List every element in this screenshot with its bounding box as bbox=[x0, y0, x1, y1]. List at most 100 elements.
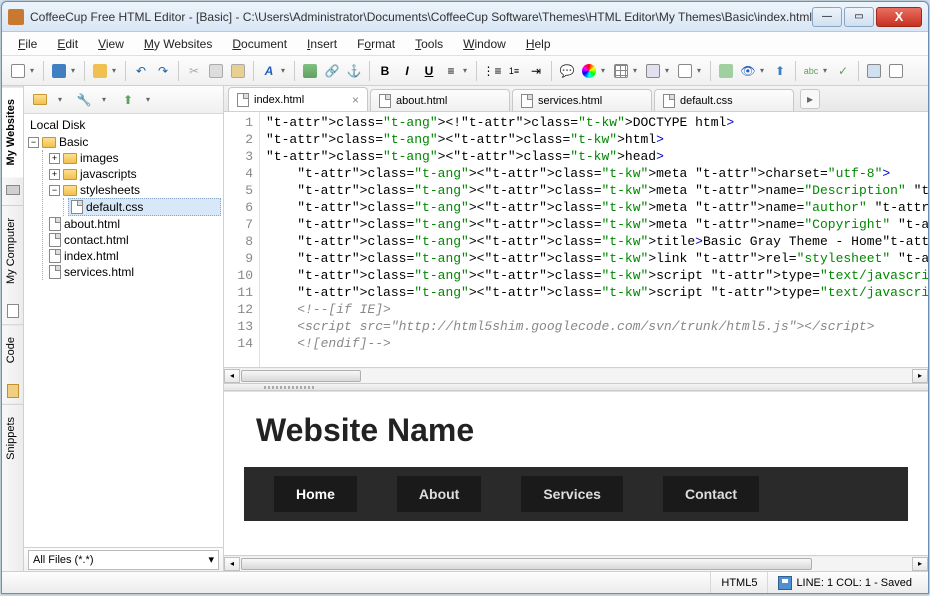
preview-nav-home[interactable]: Home bbox=[274, 476, 357, 512]
side-tab-mycomputer[interactable]: My Computer bbox=[2, 205, 23, 296]
sidebar: ▾ 🔧▾ ⬆▾ Local Disk − Basic +images +java… bbox=[24, 86, 224, 571]
tree-folder-basic[interactable]: − Basic bbox=[26, 134, 221, 150]
toolbar: ▾ ▾ ▾ ↶ ↷ ✂ A▾ 🔗 ⚓ B I U ≡▾ ⋮≡ 1≡ ⇥ 💬 ▾ … bbox=[2, 56, 928, 86]
css-button[interactable] bbox=[716, 61, 736, 81]
tree-file-contact[interactable]: contact.html bbox=[47, 232, 221, 248]
link-button[interactable]: 🔗 bbox=[322, 61, 342, 81]
menu-file[interactable]: File bbox=[10, 34, 45, 54]
list-ul-button[interactable]: ⋮≡ bbox=[482, 61, 502, 81]
font-button[interactable]: A bbox=[259, 61, 279, 81]
side-tab-code[interactable]: Code bbox=[2, 324, 23, 375]
menu-format[interactable]: Format bbox=[349, 34, 403, 54]
tab-default-css[interactable]: default.css bbox=[654, 89, 794, 111]
preview-nav: Home About Services Contact bbox=[244, 467, 908, 521]
new-button[interactable] bbox=[8, 61, 28, 81]
sidebar-upload-button[interactable]: ⬆ bbox=[118, 90, 138, 110]
align-button[interactable]: ≡ bbox=[441, 61, 461, 81]
code-content[interactable]: "t-attr">class="t-ang"><!"t-attr">class=… bbox=[260, 112, 928, 367]
cut-button[interactable]: ✂ bbox=[184, 61, 204, 81]
preview-hscroll[interactable]: ◂ ▸ bbox=[224, 555, 928, 571]
redo-button[interactable]: ↷ bbox=[153, 61, 173, 81]
preview-nav-services[interactable]: Services bbox=[521, 476, 623, 512]
bold-button[interactable]: B bbox=[375, 61, 395, 81]
menu-document[interactable]: Document bbox=[224, 34, 295, 54]
tree-file-default-css[interactable]: default.css bbox=[68, 198, 221, 216]
image-button[interactable] bbox=[300, 61, 320, 81]
tab-close-button[interactable]: × bbox=[352, 93, 359, 107]
status-position: LINE: 1 COL: 1 - Saved bbox=[767, 572, 922, 593]
file-filter-select[interactable]: All Files (*.*) ▾ bbox=[28, 550, 219, 570]
tree-folder-stylesheets[interactable]: −stylesheets bbox=[47, 182, 221, 198]
menu-tools[interactable]: Tools bbox=[407, 34, 451, 54]
side-tab-snippets[interactable]: Snippets bbox=[2, 404, 23, 472]
minimize-button[interactable]: — bbox=[812, 7, 842, 27]
underline-button[interactable]: U bbox=[419, 61, 439, 81]
paste-button[interactable] bbox=[228, 61, 248, 81]
validate-button[interactable]: ✓ bbox=[833, 61, 853, 81]
sidebar-folder-button[interactable] bbox=[30, 90, 50, 110]
side-tab-mywebsites[interactable]: My Websites bbox=[2, 86, 23, 177]
close-button[interactable]: X bbox=[876, 7, 922, 27]
sidebar-tools-button[interactable]: 🔧 bbox=[74, 90, 94, 110]
preview-nav-about[interactable]: About bbox=[397, 476, 481, 512]
anchor-button[interactable]: ⚓ bbox=[344, 61, 364, 81]
tab-add-button[interactable]: ▸ bbox=[800, 89, 820, 109]
preview-pane: Website Name Home About Services Contact bbox=[224, 391, 928, 555]
spell-button[interactable]: abc bbox=[801, 61, 821, 81]
horizontal-splitter[interactable] bbox=[224, 383, 928, 391]
menu-insert[interactable]: Insert bbox=[299, 34, 345, 54]
tree-folder-images[interactable]: +images bbox=[47, 150, 221, 166]
chevron-down-icon: ▾ bbox=[208, 553, 214, 566]
tree-file-about[interactable]: about.html bbox=[47, 216, 221, 232]
save-button[interactable] bbox=[49, 61, 69, 81]
grid-button[interactable] bbox=[864, 61, 884, 81]
form-button[interactable] bbox=[643, 61, 663, 81]
code-editor[interactable]: 1234567891011121314 "t-attr">class="t-an… bbox=[224, 112, 928, 367]
computer-icon bbox=[5, 185, 21, 201]
status-doctype: HTML5 bbox=[710, 572, 767, 593]
preview-button[interactable]: 👁 bbox=[738, 61, 758, 81]
table-button[interactable] bbox=[611, 61, 631, 81]
scroll-thumb[interactable] bbox=[241, 370, 361, 382]
side-tabs: My Websites My Computer Code Snippets bbox=[2, 86, 24, 571]
titlebar[interactable]: CoffeeCup Free HTML Editor - [Basic] - C… bbox=[2, 2, 928, 32]
undo-button[interactable]: ↶ bbox=[131, 61, 151, 81]
code-hscroll[interactable]: ◂ ▸ bbox=[224, 367, 928, 383]
menubar: File Edit View My Websites Document Inse… bbox=[2, 32, 928, 56]
tab-services[interactable]: services.html bbox=[512, 89, 652, 111]
app-icon bbox=[8, 9, 24, 25]
color-button[interactable] bbox=[579, 61, 599, 81]
expander-icon[interactable]: − bbox=[28, 137, 39, 148]
maximize-button[interactable]: ▭ bbox=[844, 7, 874, 27]
frame-button[interactable] bbox=[675, 61, 695, 81]
scroll-right-button[interactable]: ▸ bbox=[912, 369, 928, 383]
menu-view[interactable]: View bbox=[90, 34, 132, 54]
menu-window[interactable]: Window bbox=[455, 34, 514, 54]
editor-tabstrip: index.html× about.html services.html def… bbox=[224, 86, 928, 112]
tree-folder-javascripts[interactable]: +javascripts bbox=[47, 166, 221, 182]
statusbar: HTML5 LINE: 1 COL: 1 - Saved bbox=[2, 571, 928, 593]
menu-edit[interactable]: Edit bbox=[49, 34, 86, 54]
indent-button[interactable]: ⇥ bbox=[526, 61, 546, 81]
tab-index[interactable]: index.html× bbox=[228, 87, 368, 111]
layout-button[interactable] bbox=[886, 61, 906, 81]
file-tree[interactable]: Local Disk − Basic +images +javascripts … bbox=[24, 114, 223, 547]
italic-button[interactable]: I bbox=[397, 61, 417, 81]
file-icon bbox=[71, 200, 83, 214]
save-status-icon bbox=[778, 576, 792, 590]
upload-button[interactable]: ⬆ bbox=[770, 61, 790, 81]
comment-button[interactable]: 💬 bbox=[557, 61, 577, 81]
folder-icon bbox=[42, 137, 56, 148]
copy-button[interactable] bbox=[206, 61, 226, 81]
list-ol-button[interactable]: 1≡ bbox=[504, 61, 524, 81]
new-dropdown[interactable]: ▾ bbox=[30, 66, 38, 75]
tab-about[interactable]: about.html bbox=[370, 89, 510, 111]
menu-mywebsites[interactable]: My Websites bbox=[136, 34, 220, 54]
sidebar-toolbar: ▾ 🔧▾ ⬆▾ bbox=[24, 86, 223, 114]
tree-file-services[interactable]: services.html bbox=[47, 264, 221, 280]
menu-help[interactable]: Help bbox=[518, 34, 559, 54]
open-button[interactable] bbox=[90, 61, 110, 81]
tree-file-index[interactable]: index.html bbox=[47, 248, 221, 264]
preview-nav-contact[interactable]: Contact bbox=[663, 476, 759, 512]
scroll-left-button[interactable]: ◂ bbox=[224, 369, 240, 383]
